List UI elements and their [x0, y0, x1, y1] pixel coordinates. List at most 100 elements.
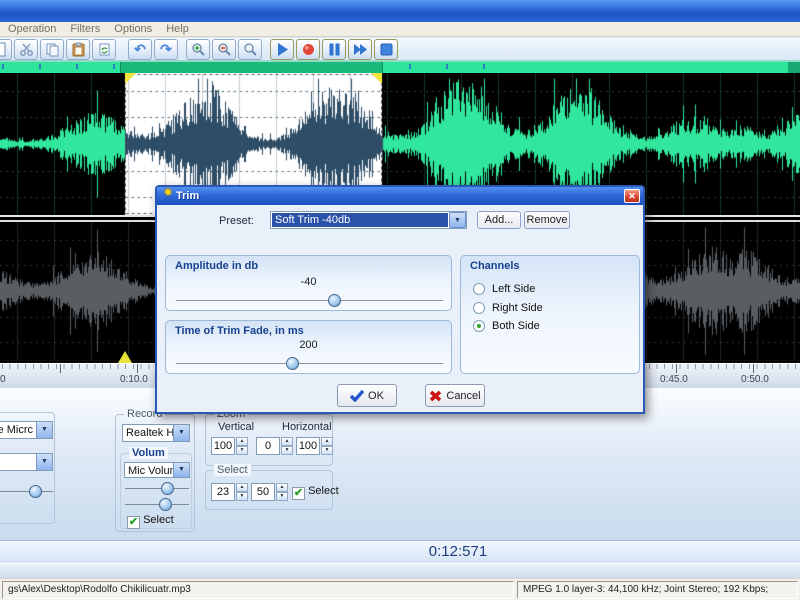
spin-up-icon[interactable]: ▲ — [236, 483, 248, 492]
zoom-vertical-spinner[interactable]: 100 ▲▼ — [211, 437, 248, 455]
record-slider-1[interactable] — [125, 482, 189, 495]
record-select-label: Select — [143, 514, 174, 526]
fade-value: 200 — [166, 339, 451, 351]
fade-slider[interactable] — [176, 357, 443, 370]
spin-down-icon[interactable]: ▼ — [236, 446, 248, 455]
record-select-row: ✔ Select — [127, 514, 174, 529]
radio-both-side-label: Both Side — [492, 320, 540, 332]
redo-icon: ↷ — [160, 42, 172, 56]
record-select-checkbox[interactable]: ✔ — [127, 516, 140, 529]
zoom-out-button[interactable] — [212, 39, 236, 60]
trim-dialog: Trim ✕ Preset: Soft Trim -40db ▼ Add... … — [155, 185, 645, 414]
slider-thumb[interactable] — [29, 485, 42, 498]
menu-bar: Operation Filters Options Help — [0, 22, 800, 37]
zoom-middle-value: 0 — [256, 437, 280, 455]
channels-group-title: Channels — [461, 256, 639, 272]
slider-thumb[interactable] — [161, 482, 174, 495]
record-volume-value: Mic Volume — [125, 463, 173, 477]
radio-right-side[interactable]: Right Side — [473, 302, 543, 314]
waveform-overview-bar[interactable] — [0, 60, 800, 73]
status-file-path: gs\Alex\Desktop\Rodolfo Chikilicuatr.mp3 — [2, 581, 514, 599]
zoom-button[interactable] — [238, 39, 262, 60]
zoom-middle-spinner[interactable]: 0 ▲▼ — [256, 437, 293, 455]
time-display: 0:12:571 — [0, 540, 800, 563]
record-slider-2[interactable] — [125, 498, 189, 511]
zoom-in-icon — [191, 42, 206, 57]
menu-options[interactable]: Options — [114, 23, 152, 35]
add-button[interactable]: Add... — [477, 211, 521, 229]
slider-thumb[interactable] — [286, 357, 299, 370]
menu-help[interactable]: Help — [166, 23, 189, 35]
selection-marker-top-right[interactable] — [371, 73, 382, 84]
fade-group-title: Time of Trim Fade, in ms — [166, 321, 451, 337]
volume-subgroup-title: Volum — [129, 447, 168, 459]
spin-up-icon[interactable]: ▲ — [276, 483, 288, 492]
playback-volume-slider[interactable] — [0, 485, 53, 498]
current-time: 0:12:571 — [429, 543, 487, 560]
channels-group: Channels Left Side Right Side Both Side — [460, 255, 640, 374]
zoom-out-icon — [217, 42, 232, 57]
spin-up-icon[interactable]: ▲ — [236, 437, 248, 446]
ok-label: OK — [368, 390, 384, 402]
cut-button[interactable] — [14, 39, 38, 60]
overview-viewport[interactable] — [120, 62, 383, 73]
menu-filters[interactable]: Filters — [70, 23, 100, 35]
forward-icon — [353, 42, 368, 57]
zoom-in-button[interactable] — [186, 39, 210, 60]
copy-icon — [45, 42, 60, 57]
slider-thumb[interactable] — [159, 498, 172, 511]
playback-device-combo[interactable]: e Micrc ▼ — [0, 421, 53, 439]
replace-button[interactable] — [92, 39, 116, 60]
spin-up-icon[interactable]: ▲ — [281, 437, 293, 446]
stop-button[interactable] — [374, 39, 398, 60]
remove-button[interactable]: Remove — [524, 211, 570, 229]
undo-button[interactable]: ↶ — [128, 39, 152, 60]
redo-button[interactable]: ↷ — [154, 39, 178, 60]
spin-down-icon[interactable]: ▼ — [321, 446, 333, 455]
preset-combo[interactable]: Soft Trim -40db ▼ — [270, 211, 467, 229]
ruler-label: 0:45.0 — [660, 374, 688, 385]
undo-icon: ↶ — [134, 42, 146, 56]
forward-button[interactable] — [348, 39, 372, 60]
radio-both-side[interactable]: Both Side — [473, 320, 540, 332]
amplitude-slider[interactable] — [176, 294, 443, 307]
document-button[interactable] — [0, 39, 12, 60]
trim-dialog-icon — [160, 187, 172, 205]
spin-down-icon[interactable]: ▼ — [281, 446, 293, 455]
select-checkbox[interactable]: ✔ — [292, 487, 305, 500]
trim-dialog-title: Trim — [176, 190, 624, 202]
record-button[interactable] — [296, 39, 320, 60]
selection-marker-bottom[interactable] — [118, 351, 132, 363]
paste-button[interactable] — [66, 39, 90, 60]
spin-down-icon[interactable]: ▼ — [236, 492, 248, 501]
record-device-combo[interactable]: Realtek HD Audio Input ▼ — [122, 424, 190, 442]
play-button[interactable] — [270, 39, 294, 60]
close-icon[interactable]: ✕ — [624, 189, 640, 203]
check-icon — [350, 390, 364, 402]
record-volume-combo[interactable]: Mic Volume ▼ — [124, 462, 190, 478]
spin-up-icon[interactable]: ▲ — [321, 437, 333, 446]
window-titlebar[interactable] — [0, 0, 800, 22]
select-end-spinner[interactable]: 50 ▲▼ — [251, 483, 288, 501]
playback-volume-combo[interactable]: ▼ — [0, 453, 53, 471]
radio-left-side[interactable]: Left Side — [473, 283, 535, 295]
menu-operation[interactable]: Operation — [8, 23, 56, 35]
pause-icon — [327, 42, 342, 57]
cancel-button[interactable]: Cancel — [425, 384, 485, 407]
amplitude-group-title: Amplitude in db — [166, 256, 451, 272]
app-window: Operation Filters Options Help — [0, 0, 800, 600]
slider-thumb[interactable] — [328, 294, 341, 307]
selection-marker-top-left[interactable] — [125, 73, 136, 84]
x-icon — [429, 390, 442, 402]
spin-down-icon[interactable]: ▼ — [276, 492, 288, 501]
preset-value: Soft Trim -40db — [272, 213, 448, 227]
zoom-horizontal-spinner[interactable]: 100 ▲▼ — [296, 437, 333, 455]
radio-right-side-label: Right Side — [492, 302, 543, 314]
pause-button[interactable] — [322, 39, 346, 60]
select-start-spinner[interactable]: 23 ▲▼ — [211, 483, 248, 501]
chevron-down-icon: ▼ — [36, 422, 52, 438]
trim-dialog-titlebar[interactable]: Trim ✕ — [157, 187, 643, 205]
radio-left-side-label: Left Side — [492, 283, 535, 295]
copy-button[interactable] — [40, 39, 64, 60]
ok-button[interactable]: OK — [337, 384, 397, 407]
